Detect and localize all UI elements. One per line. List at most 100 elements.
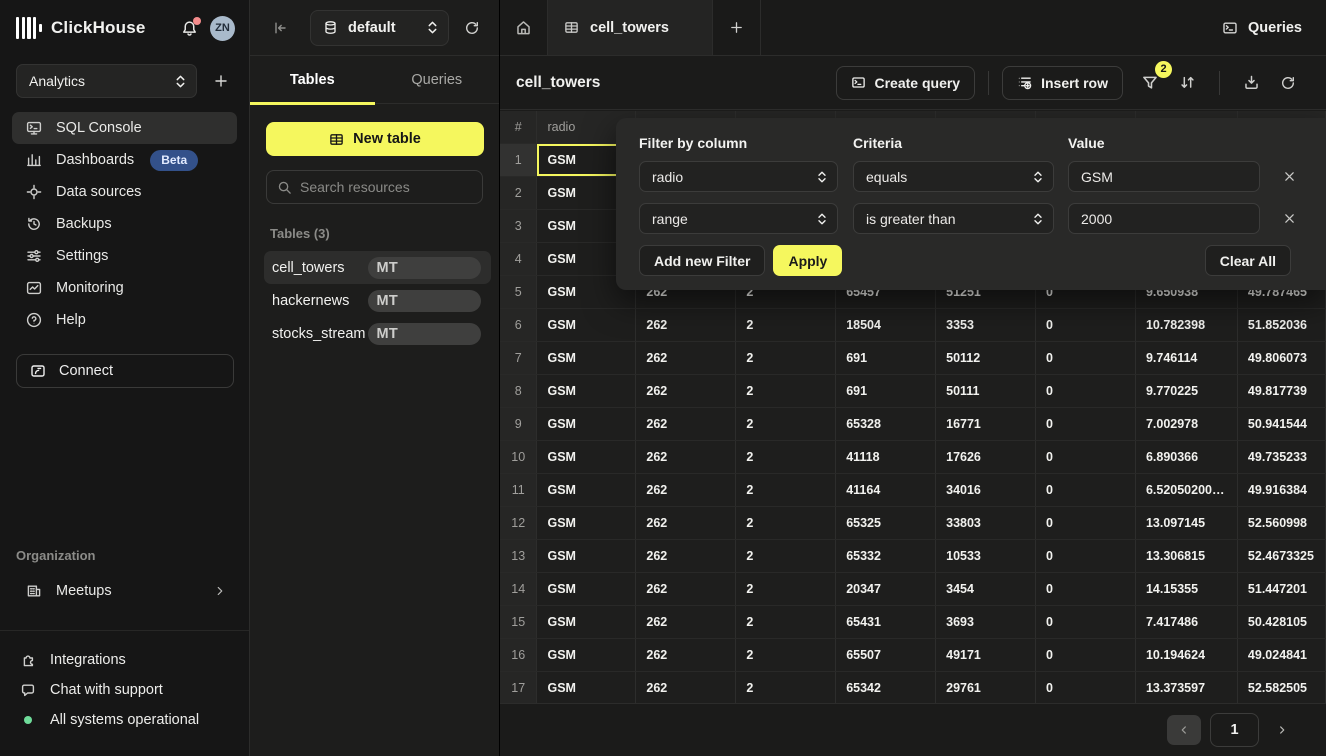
- grid-cell[interactable]: GSM: [537, 341, 636, 374]
- grid-cell[interactable]: 65328: [836, 407, 936, 440]
- sidebar-item-sql-console[interactable]: SQL Console: [12, 112, 237, 144]
- collapse-panel-button[interactable]: [268, 16, 292, 40]
- system-status[interactable]: All systems operational: [16, 705, 233, 735]
- filter-button[interactable]: 2: [1135, 68, 1165, 98]
- filter-column-select-2[interactable]: range: [639, 203, 838, 234]
- grid-cell[interactable]: 50.428105: [1237, 605, 1325, 638]
- insert-row-button[interactable]: Insert row: [1002, 66, 1123, 100]
- grid-cell[interactable]: 0: [1036, 473, 1136, 506]
- grid-cell[interactable]: 50111: [936, 374, 1036, 407]
- grid-cell[interactable]: 7.002978: [1135, 407, 1237, 440]
- grid-cell[interactable]: GSM: [537, 539, 636, 572]
- sidebar-item-dashboards[interactable]: Dashboards Beta: [12, 144, 237, 176]
- grid-cell[interactable]: 3353: [936, 308, 1036, 341]
- grid-cell[interactable]: 49.024841: [1237, 638, 1325, 671]
- grid-cell[interactable]: 18504: [836, 308, 936, 341]
- grid-cell[interactable]: 6.890366: [1135, 440, 1237, 473]
- grid-cell[interactable]: 33803: [936, 506, 1036, 539]
- grid-cell[interactable]: 2: [736, 638, 836, 671]
- tab-tables[interactable]: Tables: [250, 56, 375, 103]
- workspace-select[interactable]: Analytics: [16, 64, 197, 98]
- grid-cell[interactable]: 41118: [836, 440, 936, 473]
- grid-cell[interactable]: 52.560998: [1237, 506, 1325, 539]
- grid-cell[interactable]: GSM: [537, 374, 636, 407]
- apply-filters-button[interactable]: Apply: [773, 245, 842, 276]
- grid-cell[interactable]: 65431: [836, 605, 936, 638]
- avatar[interactable]: ZN: [210, 16, 235, 41]
- grid-cell[interactable]: 51.447201: [1237, 572, 1325, 605]
- clear-all-filters-button[interactable]: Clear All: [1205, 245, 1291, 276]
- grid-cell[interactable]: 262: [636, 473, 736, 506]
- grid-cell[interactable]: 49.817739: [1237, 374, 1325, 407]
- search-input[interactable]: [300, 179, 481, 195]
- grid-cell[interactable]: 0: [1036, 638, 1136, 671]
- grid-cell[interactable]: 0: [1036, 506, 1136, 539]
- grid-cell[interactable]: 262: [636, 341, 736, 374]
- grid-cell[interactable]: 262: [636, 605, 736, 638]
- grid-cell[interactable]: 262: [636, 440, 736, 473]
- grid-cell[interactable]: GSM: [537, 473, 636, 506]
- grid-cell[interactable]: 3454: [936, 572, 1036, 605]
- sidebar-item-data-sources[interactable]: Data sources: [12, 176, 237, 208]
- sidebar-item-help[interactable]: Help: [12, 304, 237, 336]
- grid-cell[interactable]: 2: [736, 407, 836, 440]
- sidebar-item-integrations[interactable]: Integrations: [16, 645, 233, 675]
- grid-cell[interactable]: 262: [636, 407, 736, 440]
- grid-cell[interactable]: 49.916384: [1237, 473, 1325, 506]
- sidebar-item-settings[interactable]: Settings: [12, 240, 237, 272]
- filter-value-input-1[interactable]: [1068, 161, 1260, 192]
- create-query-button[interactable]: Create query: [836, 66, 976, 100]
- remove-filter-1-button[interactable]: [1280, 167, 1299, 186]
- grid-cell[interactable]: 52.4673325: [1237, 539, 1325, 572]
- sidebar-item-backups[interactable]: Backups: [12, 208, 237, 240]
- grid-cell[interactable]: 17626: [936, 440, 1036, 473]
- filter-criteria-select-1[interactable]: equals: [853, 161, 1054, 192]
- add-workspace-button[interactable]: [209, 69, 233, 93]
- grid-cell[interactable]: 49171: [936, 638, 1036, 671]
- grid-cell[interactable]: 29761: [936, 671, 1036, 703]
- grid-cell[interactable]: 3693: [936, 605, 1036, 638]
- grid-cell[interactable]: 13.373597: [1135, 671, 1237, 703]
- grid-cell[interactable]: 262: [636, 572, 736, 605]
- grid-cell[interactable]: 52.582505: [1237, 671, 1325, 703]
- grid-cell[interactable]: GSM: [537, 671, 636, 703]
- next-page-button[interactable]: [1268, 715, 1296, 745]
- grid-cell[interactable]: 49.806073: [1237, 341, 1325, 374]
- grid-cell[interactable]: 0: [1036, 440, 1136, 473]
- grid-cell[interactable]: 65342: [836, 671, 936, 703]
- grid-cell[interactable]: 262: [636, 638, 736, 671]
- home-tab-button[interactable]: [500, 0, 548, 55]
- filter-value-input-2[interactable]: [1068, 203, 1260, 234]
- grid-cell[interactable]: 2: [736, 374, 836, 407]
- previous-page-button[interactable]: [1167, 715, 1201, 745]
- sort-button[interactable]: [1173, 68, 1202, 97]
- grid-cell[interactable]: 50112: [936, 341, 1036, 374]
- grid-cell[interactable]: 41164: [836, 473, 936, 506]
- grid-cell[interactable]: 691: [836, 341, 936, 374]
- filter-column-select-1[interactable]: radio: [639, 161, 838, 192]
- download-button[interactable]: [1237, 68, 1266, 97]
- queries-button[interactable]: Queries: [1198, 0, 1326, 55]
- grid-cell[interactable]: GSM: [537, 605, 636, 638]
- grid-cell[interactable]: 2: [736, 572, 836, 605]
- refresh-button[interactable]: [1274, 69, 1302, 97]
- grid-cell[interactable]: 0: [1036, 605, 1136, 638]
- grid-cell[interactable]: 2: [736, 308, 836, 341]
- grid-cell[interactable]: 7.417486: [1135, 605, 1237, 638]
- grid-cell[interactable]: 10533: [936, 539, 1036, 572]
- tab-queries[interactable]: Queries: [375, 56, 500, 103]
- grid-cell[interactable]: 9.770225: [1135, 374, 1237, 407]
- grid-cell[interactable]: 0: [1036, 308, 1136, 341]
- database-select[interactable]: default: [310, 10, 449, 46]
- grid-cell[interactable]: 0: [1036, 671, 1136, 703]
- grid-cell[interactable]: 0: [1036, 341, 1136, 374]
- grid-cell[interactable]: GSM: [537, 572, 636, 605]
- sidebar-item-meetups[interactable]: Meetups: [12, 575, 237, 607]
- grid-cell[interactable]: 49.735233: [1237, 440, 1325, 473]
- filter-criteria-select-2[interactable]: is greater than: [853, 203, 1054, 234]
- grid-cell[interactable]: 10.782398: [1135, 308, 1237, 341]
- grid-cell[interactable]: 34016: [936, 473, 1036, 506]
- grid-cell[interactable]: 2: [736, 539, 836, 572]
- grid-cell[interactable]: 262: [636, 671, 736, 703]
- grid-cell[interactable]: 65507: [836, 638, 936, 671]
